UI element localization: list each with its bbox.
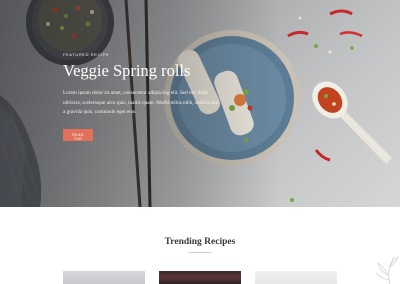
trending-divider (188, 252, 212, 253)
trending-section: Trending Recipes (0, 207, 400, 284)
hero-content: FEATURED RECIPE Veggie Spring rolls Lore… (63, 52, 233, 145)
recipe-card-1[interactable] (63, 271, 145, 284)
hero-title: Veggie Spring rolls (63, 61, 191, 80)
hero-section: FEATURED RECIPE Veggie Spring rolls Lore… (0, 0, 400, 207)
trending-title: Trending Recipes (164, 237, 236, 247)
recipe-card-3[interactable] (255, 271, 337, 284)
herb-sketch-icon (375, 256, 399, 284)
read-recipe-button[interactable]: READ THE (63, 128, 93, 141)
recipe-card-2[interactable] (159, 271, 241, 284)
hero-description: Lorem ipsum dolor sit amet, consectetur … (63, 90, 219, 115)
hero-eyebrow: FEATURED RECIPE (63, 52, 110, 57)
